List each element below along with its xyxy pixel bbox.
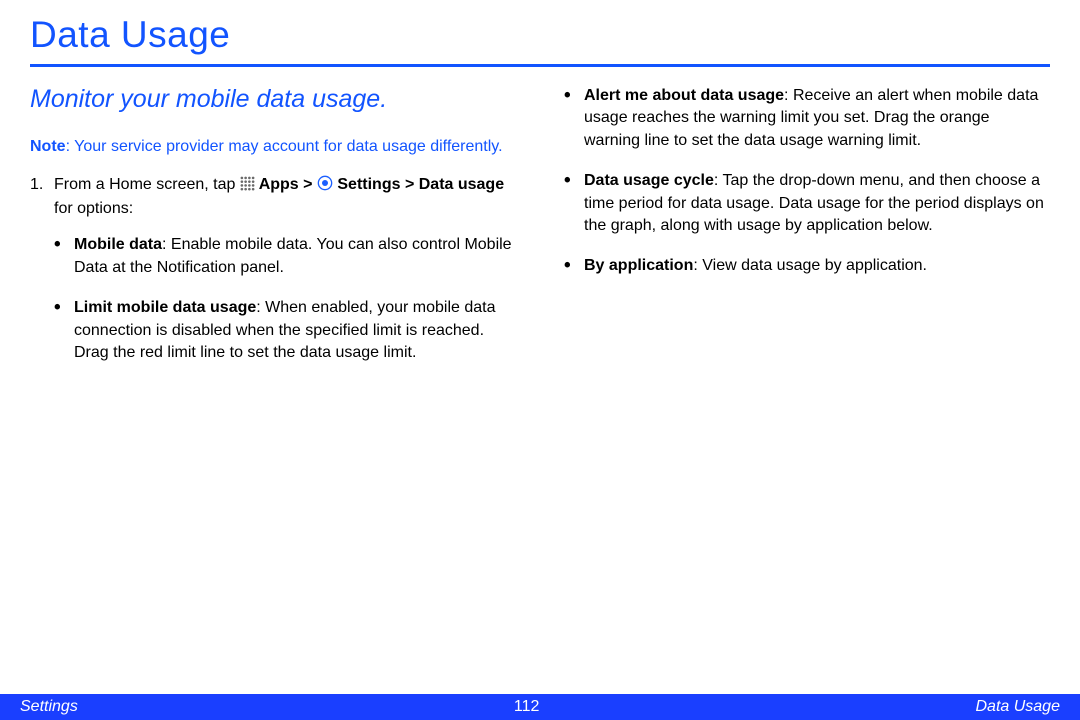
bullet-text: : View data usage by application.	[693, 257, 927, 274]
list-item: Mobile data: Enable mobile data. You can…	[54, 234, 516, 279]
step-prefix: From a Home screen, tap	[54, 176, 240, 193]
step-1: 1. From a Home screen, tap Apps > Settin…	[30, 174, 516, 221]
footer-left: Settings	[20, 698, 78, 716]
left-bullet-list: Mobile data: Enable mobile data. You can…	[30, 234, 516, 364]
footer-right: Data Usage	[975, 698, 1060, 716]
apps-icon	[240, 176, 255, 198]
list-item: Alert me about data usage: Receive an al…	[564, 85, 1050, 152]
bullet-label: Mobile data	[74, 236, 162, 253]
bullet-label: Data usage cycle	[584, 172, 714, 189]
list-item: By application: View data usage by appli…	[564, 255, 1050, 277]
step-number: 1.	[30, 174, 43, 196]
list-item: Data usage cycle: Tap the drop-down menu…	[564, 170, 1050, 237]
bullet-label: Alert me about data usage	[584, 87, 784, 104]
step-settings-label: Settings > Data usage	[333, 176, 504, 193]
note-body: : Your service provider may account for …	[66, 138, 503, 155]
manual-page: Data Usage Monitor your mobile data usag…	[0, 0, 1080, 720]
right-bullet-list: Alert me about data usage: Receive an al…	[564, 85, 1050, 278]
bullet-label: By application	[584, 257, 693, 274]
note-text: Note: Your service provider may account …	[30, 136, 516, 158]
title-rule	[30, 64, 1050, 67]
list-item: Limit mobile data usage: When enabled, y…	[54, 297, 516, 364]
bullet-label: Limit mobile data usage	[74, 299, 256, 316]
content-columns: Monitor your mobile data usage. Note: Yo…	[30, 85, 1050, 382]
page-footer: Settings 112 Data Usage	[0, 694, 1080, 720]
footer-page-number: 112	[514, 698, 540, 716]
page-title: Data Usage	[30, 14, 1050, 62]
note-label: Note	[30, 138, 66, 155]
step-apps-label: Apps >	[255, 176, 317, 193]
section-subtitle: Monitor your mobile data usage.	[30, 85, 516, 114]
left-column: Monitor your mobile data usage. Note: Yo…	[30, 85, 516, 382]
right-column: Alert me about data usage: Receive an al…	[564, 85, 1050, 382]
settings-icon	[317, 175, 333, 198]
step-suffix: for options:	[54, 200, 133, 217]
